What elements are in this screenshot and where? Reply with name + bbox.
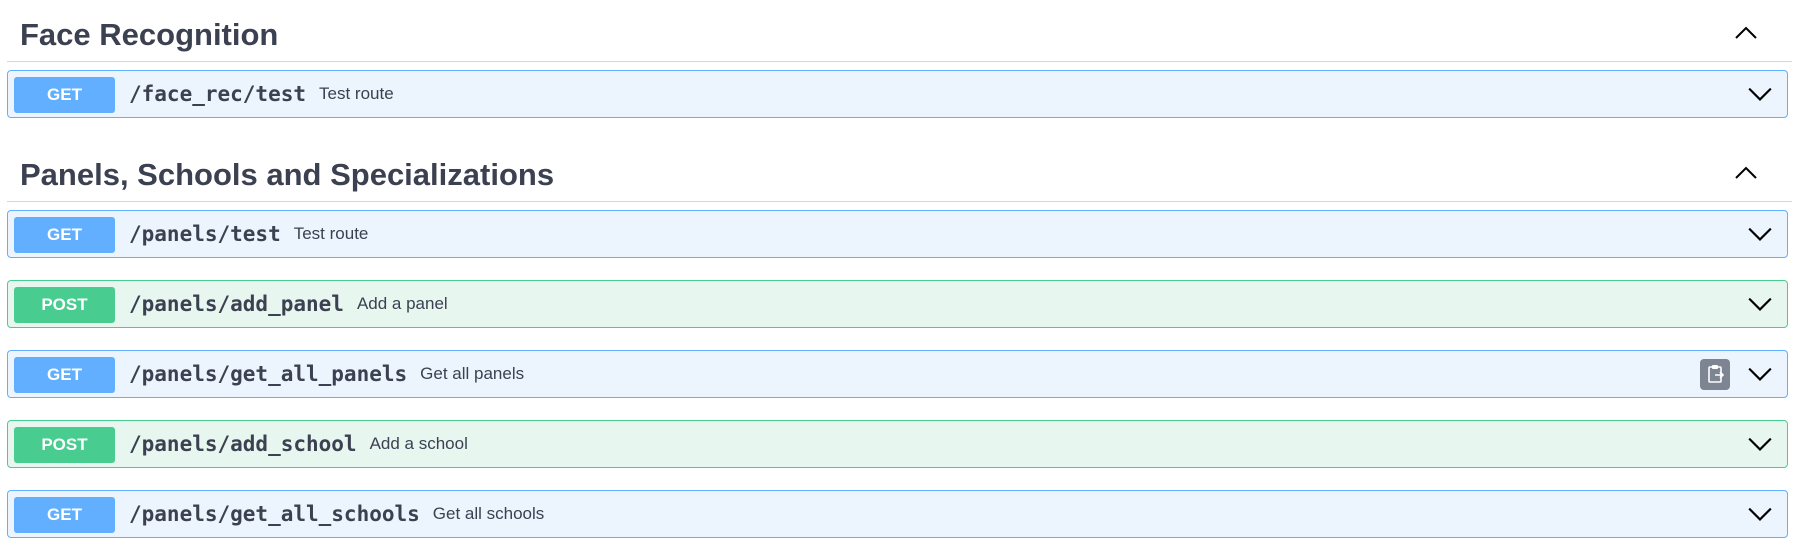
operation-line: /panels/get_all_panels Get all panels [129,351,524,397]
chevron-down-icon[interactable] [1747,291,1773,317]
chevron-down-icon[interactable] [1747,221,1773,247]
chevron-down-icon[interactable] [1747,81,1773,107]
method-badge[interactable]: POST [14,287,115,323]
operation-get-face-rec-test[interactable]: GET /face_rec/test Test route [7,70,1788,118]
chevron-up-icon[interactable] [1734,161,1758,185]
operation-post-panels-add-school[interactable]: POST /panels/add_school Add a school [7,420,1788,468]
operation-line: /panels/add_panel Add a panel [129,281,448,327]
operation-summary: Add a panel [356,294,448,313]
method-badge[interactable]: POST [14,427,115,463]
chevron-down-icon[interactable] [1747,431,1773,457]
section-header-panels[interactable]: Panels, Schools and Specializations [7,145,1792,202]
method-badge[interactable]: GET [14,217,115,253]
chevron-down-icon[interactable] [1747,501,1773,527]
section-header-face-recognition[interactable]: Face Recognition [7,5,1792,62]
method-badge[interactable]: GET [14,357,115,393]
operation-path[interactable]: /panels/get_all_schools [129,502,420,526]
section-title: Face Recognition [20,17,279,52]
operation-get-panels-test[interactable]: GET /panels/test Test route [7,210,1788,258]
method-badge[interactable]: GET [14,77,115,113]
operation-line: /panels/get_all_schools Get all schools [129,491,544,537]
copy-to-clipboard-button[interactable] [1700,359,1730,390]
operation-summary: Add a school [369,434,468,453]
chevron-down-icon[interactable] [1747,361,1773,387]
operation-summary: Test route [319,84,394,103]
operation-path[interactable]: /panels/test [129,222,281,246]
method-badge[interactable]: GET [14,497,115,533]
section-title: Panels, Schools and Specializations [20,157,555,192]
clipboard-copy-icon [1708,365,1725,383]
operation-get-panels-get-all-panels[interactable]: GET /panels/get_all_panels Get all panel… [7,350,1788,398]
operation-path[interactable]: /panels/get_all_panels [129,362,407,386]
operation-path[interactable]: /panels/add_school [129,432,357,456]
operation-summary: Get all panels [420,364,525,383]
operation-post-panels-add-panel[interactable]: POST /panels/add_panel Add a panel [7,280,1788,328]
operation-line: /panels/test Test route [129,211,368,257]
operation-summary: Test route [293,224,369,243]
operation-summary: Get all schools [432,504,545,523]
chevron-up-icon[interactable] [1734,21,1758,45]
operation-line: /face_rec/test Test route [129,71,394,117]
operation-line: /panels/add_school Add a school [129,421,468,467]
operation-get-panels-get-all-schools[interactable]: GET /panels/get_all_schools Get all scho… [7,490,1788,538]
swagger-operations-list: Face Recognition GET /face_rec/test Test… [0,0,1796,554]
operation-path[interactable]: /panels/add_panel [129,292,344,316]
operation-path[interactable]: /face_rec/test [129,82,306,106]
